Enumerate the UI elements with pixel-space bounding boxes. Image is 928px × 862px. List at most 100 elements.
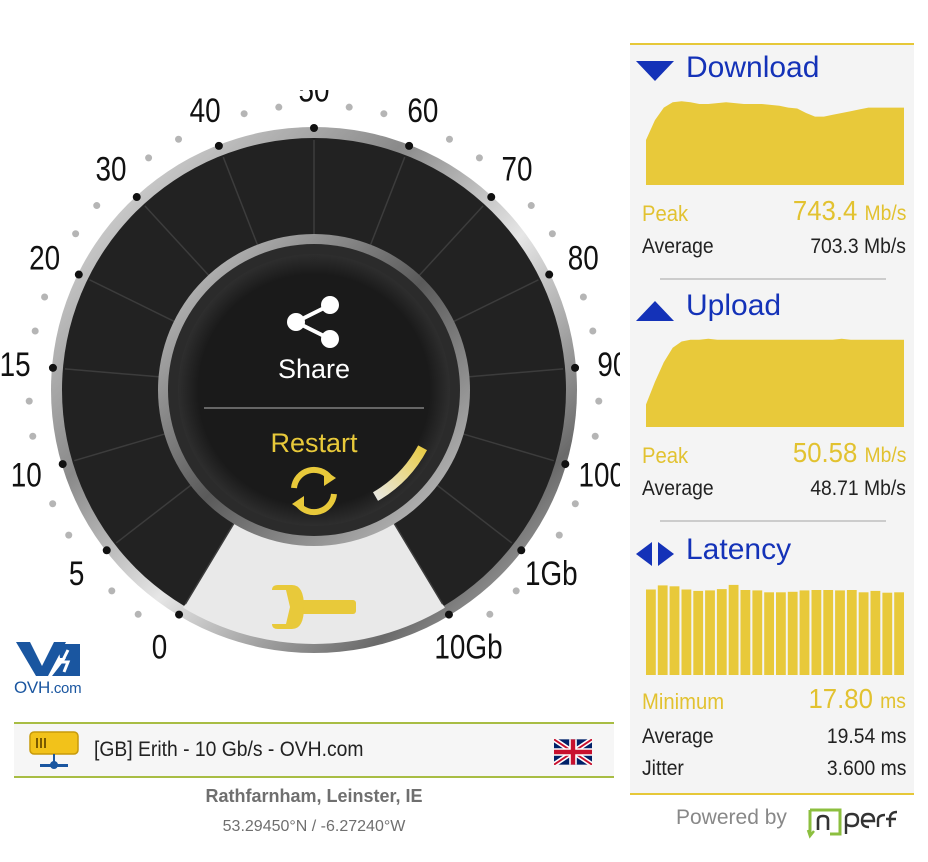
gauge-scale-label: 10Gb [434,628,502,666]
gauge-tick-mark [571,363,580,372]
latency-bar [681,589,692,675]
share-label: Share [278,354,350,384]
gauge-scale-dot [93,202,101,210]
ovh-logo-text: OVH.com [14,678,82,697]
powered-by-text: Powered by [676,806,787,829]
download-peak-label: Peak [642,201,689,226]
latency-jitter-row: Jitter 3.600 ms [642,757,906,785]
gauge-scale-dot [134,610,142,618]
speed-gauge: 0 5 10 15 20 30 40 50 60 70 80 90 100 1Gb 10Gb Share Re… [0,90,620,666]
gauge-scale-dot [240,110,248,118]
gauge-tick-mark [74,270,83,279]
gauge-scale-dot [571,500,579,508]
gauge-center-disc [178,254,450,526]
download-peak-value: 743.4 Mb/s [792,195,906,226]
gauge-scale-dot [65,531,73,539]
gauge-tick-mark [517,546,526,555]
gauge-scale-label: 5 [69,554,85,592]
gauge-scale-label: 0 [152,628,168,666]
gauge-scale-dot [345,103,353,111]
latency-bar [799,590,810,675]
ovh-logo-icon [16,642,80,676]
gauge-scale-dot [486,610,494,618]
latency-bar [787,591,798,675]
latency-bar [846,590,857,675]
download-average-row: Average 703.3 Mb/s [642,235,906,263]
latency-bar [728,584,739,675]
latency-average-label: Average [642,725,714,748]
latency-title: Latency [686,533,792,566]
server-name: [GB] Erith - 10 Gb/s - OVH.com [94,738,364,761]
latency-bar [705,590,715,675]
gauge-scale-dot [29,432,37,440]
latency-bar [882,592,893,675]
gauge-scale-label: 40 [190,91,221,129]
gauge-scale-dot [108,587,116,595]
results-panel: Download Peak 743.4 Mb/s Average 703.3 M… [630,43,914,795]
gauge-scale-dot [175,135,183,143]
gauge-scale-dot [25,397,33,405]
latency-minimum-value: 17.80 ms [808,683,906,714]
gauge-scale-dot [589,327,597,335]
gauge-scale-dot [527,202,535,210]
gauge-scale-dot [49,500,57,508]
upload-peak-value: 50.58 Mb/s [792,437,906,468]
gauge-tick-mark [545,270,554,279]
divider [660,278,886,280]
gauge-tick-mark [58,460,67,469]
gauge-scale-dot [145,154,153,162]
download-area [646,101,904,185]
gauge-scale-label: 60 [407,91,438,129]
server-selector[interactable]: [GB] Erith - 10 Gb/s - OVH.com [14,722,614,778]
upload-average-row: Average 48.71 Mb/s [642,477,906,505]
gauge-tick-mark [487,193,496,202]
gauge-tick-mark [132,193,141,202]
latency-bar [835,590,845,675]
gauge-tick-mark [175,610,184,619]
latency-bar [657,585,668,675]
latency-bar [894,592,904,675]
gauge-scale-dot [555,531,563,539]
upload-arrow-icon [636,301,674,321]
upload-average-label: Average [642,477,714,500]
gauge-scale-dot [380,110,388,118]
location-name: Rathfarnham, Leinster, IE [205,786,423,806]
gauge-scale-label: 90 [597,345,620,383]
nperf-logo[interactable] [804,800,916,840]
gauge-scale-dot [445,135,453,143]
gauge-scale-dot [579,293,587,301]
latency-bar [858,592,869,675]
latency-average-row: Average 19.54 ms [642,725,906,753]
download-average-value: 703.3 Mb/s [810,235,906,258]
latency-bar [764,592,774,675]
gauge-scale-dot [41,293,49,301]
latency-bar [823,590,834,675]
upload-peak-label: Peak [642,443,689,468]
gauge-scale-dot [595,397,603,405]
location-coordinates: 53.29450°N / -6.27240°W [222,818,406,835]
upload-average-value: 48.71 Mb/s [810,477,906,500]
latency-bar [870,590,881,675]
restart-label: Restart [270,428,358,458]
uk-flag-icon [554,739,592,765]
gauge-tick-mark [561,460,570,469]
latency-bar [740,590,751,675]
gauge-scale-label: 100 [579,456,620,494]
gauge-scale-label: 30 [96,150,127,188]
gauge-scale-dot [512,587,520,595]
upload-peak-row: Peak 50.58 Mb/s [642,437,906,471]
gauge-tick-mark [48,363,57,372]
latency-icon [636,542,674,566]
gauge-scale-label: 1Gb [525,554,578,592]
gauge-tick-mark [310,124,318,132]
gauge-scale-dot [275,103,283,111]
latency-bar [693,590,704,675]
upload-area [646,338,904,427]
latency-jitter-value: 3.600 ms [826,757,906,780]
latency-bar [811,590,822,675]
gauge-scale-label: 20 [29,239,60,277]
latency-graph [646,584,904,675]
latency-bar [752,590,763,675]
ovh-logo: OVH.com [14,636,90,702]
gauge-scale-label: 50 [298,90,329,109]
